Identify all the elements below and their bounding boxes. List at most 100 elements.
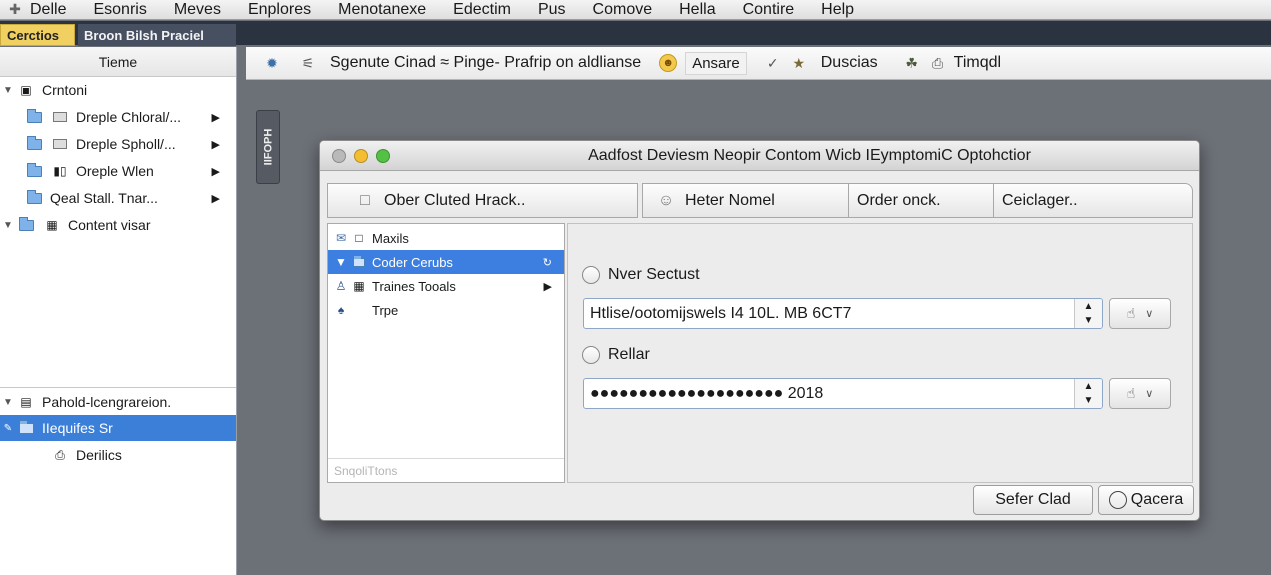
- checkbox-icon: □: [355, 231, 363, 245]
- tree-item-iiequifes[interactable]: ✎ IIequifes Sr: [0, 415, 236, 441]
- path-value: Htlise/ootomijswels I4 10L. MB 6CT7: [590, 305, 852, 322]
- list-item-label: Trpe: [372, 302, 399, 318]
- printer-icon: ⎙: [55, 447, 65, 462]
- radio-button[interactable]: [582, 266, 600, 284]
- tab-label: Ober Cluted Hrack..: [384, 191, 526, 209]
- star-icon[interactable]: ★: [789, 53, 809, 73]
- password-action-button[interactable]: ☝ ∨: [1109, 378, 1171, 409]
- folder-icon: [24, 108, 44, 124]
- menu-item-menotanexe[interactable]: Menotanexe: [338, 1, 426, 19]
- maximize-window-icon[interactable]: [376, 149, 390, 163]
- tree-item-label: Pahold-lcengrareion.: [42, 394, 172, 410]
- circle-icon: [1108, 491, 1127, 509]
- disclosure-triangle-icon[interactable]: ▼: [0, 397, 16, 408]
- smiley-icon[interactable]: ☻: [659, 54, 678, 72]
- document-icon: [50, 137, 70, 151]
- option-nver-sectust[interactable]: Nver Sectust: [582, 266, 700, 284]
- disclosure-triangle-icon[interactable]: ▼: [0, 220, 16, 231]
- menu-item-edectim[interactable]: Edectim: [453, 1, 511, 19]
- list-item-trpe[interactable]: ♠ Trpe: [328, 298, 564, 322]
- columns-icon: ▮▯: [53, 164, 67, 178]
- menu-item-meves[interactable]: Meves: [174, 1, 221, 19]
- option-rellar[interactable]: Rellar: [582, 346, 650, 364]
- menu-item-comove[interactable]: Comove: [593, 1, 653, 19]
- path-action-button[interactable]: ☝ ∨: [1109, 298, 1171, 329]
- document-icon: [50, 110, 70, 124]
- tab-order-onck[interactable]: Order onck.: [848, 183, 993, 218]
- tree-item-content-visar[interactable]: ▼ ▦ Content visar: [0, 212, 236, 238]
- tab-heter-nomel[interactable]: ☺ Heter Nomel: [642, 183, 848, 218]
- stepper-icon[interactable]: ▲ ▼: [1074, 379, 1102, 408]
- answer-button[interactable]: Ansare: [685, 51, 747, 75]
- ok-button[interactable]: Sefer Clad: [973, 485, 1093, 515]
- tools-icon: ▦: [353, 279, 365, 293]
- minimize-window-icon[interactable]: [354, 149, 368, 163]
- menu-item-pus[interactable]: Pus: [538, 1, 566, 19]
- disclosure-triangle-icon[interactable]: ▼: [0, 85, 16, 96]
- tab-cerctios[interactable]: Cerctios: [0, 24, 75, 46]
- stepper-icon[interactable]: ▲ ▼: [1074, 299, 1102, 328]
- menu-item-help[interactable]: Help: [821, 1, 854, 19]
- list-item-coder-cerubs[interactable]: ▼ Coder Cerubs ↻: [328, 250, 564, 274]
- menu-item-hella[interactable]: Hella: [679, 1, 715, 19]
- side-panel-tab[interactable]: IIFOPH: [256, 110, 280, 184]
- dialog-titlebar[interactable]: Aadfost Deviesm Neopir Contom Wicb IEymp…: [320, 141, 1199, 171]
- user-icon: ♙: [335, 279, 347, 293]
- tab-label: Order onck.: [857, 191, 941, 209]
- chevron-right-icon: ▶: [211, 165, 220, 178]
- list-item-label: Maxils: [372, 230, 409, 246]
- tree-item-qeal-stall[interactable]: Qeal Stall. Tnar... ▶: [0, 185, 236, 211]
- menu-item-delle[interactable]: Delle: [30, 1, 66, 19]
- stamp-icon[interactable]: ⚟: [298, 53, 318, 73]
- tingal-label[interactable]: Timqdl: [954, 54, 1001, 72]
- tree-item-pahold[interactable]: ▼ ▤ Pahold-lcengrareion.: [0, 389, 236, 415]
- tree-item-crntoni[interactable]: ▼ ▣ Crntoni: [0, 77, 236, 103]
- list-item-label: Coder Cerubs: [372, 254, 453, 270]
- tree-item-dreple-spholl[interactable]: Dreple Spholl/... ▶: [0, 131, 236, 157]
- package-icon: ▦: [46, 218, 58, 232]
- tab-ober-cluted-hrack[interactable]: □ Ober Cluted Hrack..: [327, 183, 638, 218]
- close-window-icon[interactable]: [332, 149, 346, 163]
- tab-broon-bilsh-praciel[interactable]: Broon Bilsh Praciel: [78, 24, 236, 46]
- folder-icon: [24, 162, 44, 178]
- menu-item-esonris[interactable]: Esonris: [93, 1, 146, 19]
- tab-label: Heter Nomel: [685, 191, 775, 209]
- discuss-label[interactable]: Duscias: [821, 54, 878, 72]
- path-combobox[interactable]: Htlise/ootomijswels I4 10L. MB 6CT7 ▲ ▼: [583, 298, 1103, 329]
- tab-ceiclager[interactable]: Ceiclager..: [993, 183, 1193, 218]
- cancel-button[interactable]: Qacera: [1098, 485, 1194, 515]
- list-item-traines-tooals[interactable]: ♙ ▦ Traines Tooals ▶: [328, 274, 564, 298]
- pin-icon: ♠: [337, 303, 345, 317]
- radio-button[interactable]: [582, 346, 600, 364]
- tree-item-label: Oreple Wlen: [76, 163, 154, 179]
- sidebar-header: Tieme: [0, 47, 236, 77]
- window-controls: [332, 149, 398, 163]
- mail-icon: ✉: [335, 231, 347, 245]
- password-value: ●●●●●●●●●●●●●●●●●●●● 2018: [590, 385, 824, 402]
- plant-icon[interactable]: ☘: [902, 53, 922, 73]
- dialog-tabs: □ Ober Cluted Hrack.. ☺ Heter Nomel Orde…: [327, 183, 1193, 218]
- pin-icon[interactable]: ✓: [763, 53, 783, 73]
- list-item-maxils[interactable]: ✉ □ Maxils: [328, 226, 564, 250]
- menu-item-enplores[interactable]: Enplores: [248, 1, 311, 19]
- tree-item-dreple-chloral[interactable]: Dreple Chloral/... ▶: [0, 104, 236, 130]
- password-combobox[interactable]: ●●●●●●●●●●●●●●●●●●●● 2018 ▲ ▼: [583, 378, 1103, 409]
- chevron-down-icon: ∨: [1145, 308, 1154, 320]
- hand-icon: ☝: [1126, 385, 1136, 401]
- menu-item-contire[interactable]: Contire: [743, 1, 795, 19]
- folder-icon: [16, 216, 36, 232]
- folder-icon: [24, 135, 44, 151]
- menu-bar: ✚ Delle Esonris Meves Enplores Menotanex…: [0, 0, 1271, 20]
- gear-icon[interactable]: ✹: [262, 53, 282, 73]
- app-menu-icon[interactable]: ✚: [0, 1, 30, 18]
- tree-item-oreple-wlen[interactable]: ▮▯ Oreple Wlen ▶: [0, 158, 236, 184]
- folder-icon: [352, 254, 366, 267]
- tree-item-label: Crntoni: [42, 82, 88, 98]
- print-icon[interactable]: ⎙: [928, 53, 948, 73]
- tree-item-derilics[interactable]: ⎙ Derilics: [0, 442, 236, 468]
- dialog-window: Aadfost Deviesm Neopir Contom Wicb IEymp…: [319, 140, 1200, 521]
- refresh-icon: ↻: [542, 256, 552, 269]
- category-list: ✉ □ Maxils ▼ Coder Cerubs ↻ ♙ ▦ Traines …: [327, 223, 565, 483]
- sidebar: Tieme ▼ ▣ Crntoni Dreple Chloral/... ▶ D…: [0, 47, 237, 575]
- person-icon: ☺: [657, 191, 675, 209]
